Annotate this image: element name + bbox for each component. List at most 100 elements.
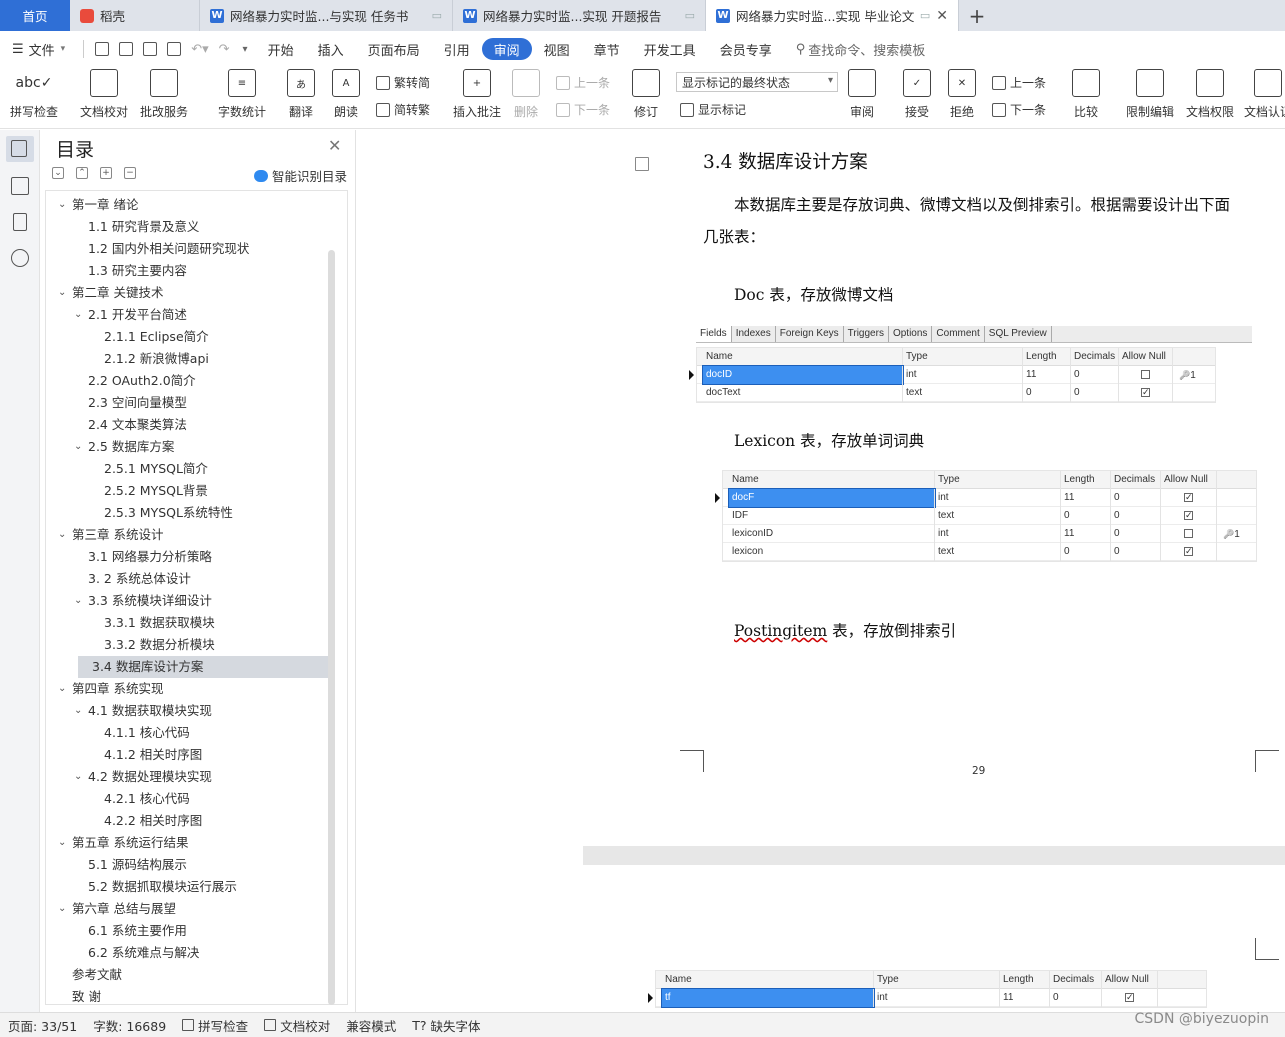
toc-item[interactable]: 1.1 研究背景及意义 [74, 216, 199, 238]
expand-up-icon[interactable]: ⌃ [76, 167, 88, 179]
chevron-down-icon[interactable]: ⌄ [74, 590, 88, 612]
review-pane-button[interactable]: 审阅 [848, 69, 876, 120]
translate-button[interactable]: あ翻译 [287, 69, 315, 120]
toc-item[interactable]: 2.3 空间向量模型 [74, 392, 187, 414]
add-heading-icon[interactable]: + [100, 167, 112, 179]
toc-item[interactable]: 3.1 网络暴力分析策略 [74, 546, 212, 568]
toc-item[interactable]: ⌄ 第三章 系统设计 [58, 524, 163, 546]
toc-item[interactable]: 4.2.1 核心代码 [90, 788, 190, 810]
toc-item[interactable]: ⌄ 2.1 开发平台简述 [74, 304, 187, 326]
menu-page-layout[interactable]: 页面布局 [356, 38, 432, 60]
menu-start[interactable]: 开始 [256, 38, 306, 60]
close-icon[interactable]: ✕ [328, 136, 341, 155]
toc-item[interactable]: 2.4 文本聚类算法 [74, 414, 187, 436]
menu-view[interactable]: 视图 [532, 38, 582, 60]
undo-icon[interactable]: ↶▾ [191, 42, 208, 57]
tab-proposal-report[interactable]: W 网络暴力实时监...实现 开题报告 ▭ [453, 0, 706, 31]
chevron-down-icon[interactable]: ⌄ [58, 678, 72, 700]
menu-review[interactable]: 审阅 [481, 38, 532, 60]
word-count[interactable]: 字数: 16689 [85, 1016, 174, 1035]
chevron-down-icon[interactable]: ⌄ [74, 436, 88, 458]
toc-item[interactable]: 3.3.2 数据分析模块 [90, 634, 215, 656]
toc-item[interactable]: 2.5.3 MYSQL系统特性 [90, 502, 233, 524]
remove-heading-icon[interactable]: − [124, 167, 136, 179]
toc-item[interactable]: 2.2 OAuth2.0简介 [74, 370, 196, 392]
customize-icon[interactable]: ▾ [243, 44, 248, 55]
toc-item[interactable]: ⌄ 2.5 数据库方案 [74, 436, 174, 458]
toc-item[interactable]: ⌄ 第四章 系统实现 [58, 678, 163, 700]
delete-comment-button[interactable]: 删除 [512, 69, 540, 120]
toc-item[interactable]: 2.5.2 MYSQL背景 [90, 480, 208, 502]
menu-chapter[interactable]: 章节 [582, 38, 632, 60]
menu-dev-tools[interactable]: 开发工具 [632, 38, 708, 60]
toc-item[interactable]: ⌄ 4.2 数据处理模块实现 [74, 766, 212, 788]
chevron-down-icon[interactable]: ⌄ [58, 898, 72, 920]
missing-font[interactable]: T? 缺失字体 [404, 1016, 488, 1035]
chevron-down-icon[interactable]: ⌄ [58, 282, 72, 304]
toc-item[interactable]: 4.1.1 核心代码 [90, 722, 190, 744]
doc-cert-button[interactable]: 文档认证 [1244, 69, 1285, 120]
toc-item[interactable]: 5.2 数据抓取模块运行展示 [74, 876, 237, 898]
toc-item[interactable]: 6.2 系统难点与解决 [74, 942, 199, 964]
toc-item[interactable]: ⌄ 第六章 总结与展望 [58, 898, 176, 920]
toc-item[interactable]: ⌄ 第五章 系统运行结果 [58, 832, 188, 854]
toc-item[interactable]: ⌄ 4.1 数据获取模块实现 [74, 700, 212, 722]
close-tab-icon[interactable]: ✕ [936, 8, 948, 24]
doc-proof-button[interactable]: 文档校对 [80, 69, 128, 120]
restrict-edit-button[interactable]: 限制编辑 [1126, 69, 1174, 120]
chevron-down-icon[interactable]: ⌄ [58, 194, 72, 216]
toc-item[interactable]: 5.1 源码结构展示 [74, 854, 187, 876]
toc-item[interactable]: 2.5.1 MYSQL简介 [90, 458, 208, 480]
menu-member[interactable]: 会员专享 [708, 38, 784, 60]
chevron-down-icon[interactable]: ⌄ [74, 304, 88, 326]
screen-icon[interactable]: ▭ [432, 9, 442, 22]
reject-button[interactable]: ✕ 拒绝 [948, 69, 976, 120]
toc-item[interactable]: 3.3.1 数据获取模块 [90, 612, 215, 634]
tab-daoke[interactable]: 稻壳 [70, 0, 200, 31]
accept-button[interactable]: ✓ 接受 [903, 69, 931, 120]
toc-item[interactable]: ⌄ 3.3 系统模块详细设计 [74, 590, 212, 612]
markup-state-select[interactable]: 显示标记的最终状态 [676, 72, 838, 92]
toc-item[interactable]: 1.2 国内外相关问题研究现状 [74, 238, 249, 260]
save-icon[interactable] [95, 42, 110, 56]
toc-item[interactable]: 4.1.2 相关时序图 [90, 744, 202, 766]
tab-task-book[interactable]: W 网络暴力实时监...与实现 任务书 ▭ [200, 0, 453, 31]
menu-references[interactable]: 引用 [432, 38, 482, 60]
toc-item[interactable]: 4.2.2 相关时序图 [90, 810, 202, 832]
read-aloud-button[interactable]: A 朗读 [332, 69, 360, 120]
chevron-down-icon[interactable]: ⌄ [74, 700, 88, 722]
toc-nav-button[interactable] [6, 136, 34, 162]
toc-item[interactable]: 3.4 数据库设计方案 [78, 656, 333, 678]
next-comment-button[interactable]: 下一条 [556, 101, 610, 118]
screen-icon[interactable]: ▭ [685, 9, 695, 22]
collapse-all-icon[interactable]: ⌄ [52, 167, 64, 179]
toc-item[interactable]: 2.1.1 Eclipse简介 [90, 326, 209, 348]
new-tab-button[interactable]: + [959, 0, 995, 31]
prev-comment-button[interactable]: 上一条 [556, 74, 610, 91]
toc-item[interactable]: 2.1.2 新浪微博api [90, 348, 209, 370]
toc-item[interactable]: 参考文献 [58, 964, 122, 986]
chevron-down-icon[interactable]: ⌄ [58, 832, 72, 854]
trad-to-simp-button[interactable]: 繁转简 [376, 74, 430, 91]
toc-item[interactable]: 致 谢 [58, 986, 101, 1004]
print-preview-icon[interactable] [167, 42, 182, 56]
chevron-down-icon[interactable]: ⌄ [74, 766, 88, 788]
compare-button[interactable]: 比较 [1072, 69, 1100, 120]
search-icon[interactable] [11, 249, 29, 267]
page-indicator[interactable]: 页面: 33/51 [0, 1016, 85, 1035]
paragraph-menu-icon[interactable] [635, 157, 649, 171]
menu-insert[interactable]: 插入 [306, 38, 356, 60]
word-count-button[interactable]: ≡ 字数统计 [218, 69, 266, 120]
bookmark-icon[interactable] [13, 213, 27, 231]
batch-service-button[interactable]: 批改服务 [140, 69, 188, 120]
doc-permission-button[interactable]: 文档权限 [1186, 69, 1234, 120]
share-icon[interactable] [119, 42, 134, 56]
status-spell-check[interactable]: 拼写检查 [174, 1016, 256, 1035]
smart-toc-button[interactable]: 智能识别目录 [254, 166, 347, 185]
toc-scrollbar[interactable] [328, 250, 335, 1005]
command-search[interactable]: ⚲ 查找命令、搜索模板 [784, 38, 938, 60]
spell-check-button[interactable]: abc✓ 拼写检查 [10, 69, 58, 120]
revise-button[interactable]: 修订 [632, 69, 660, 120]
next-revision-button[interactable]: 下一条 [992, 101, 1046, 118]
chapter-nav-icon[interactable] [11, 177, 29, 195]
